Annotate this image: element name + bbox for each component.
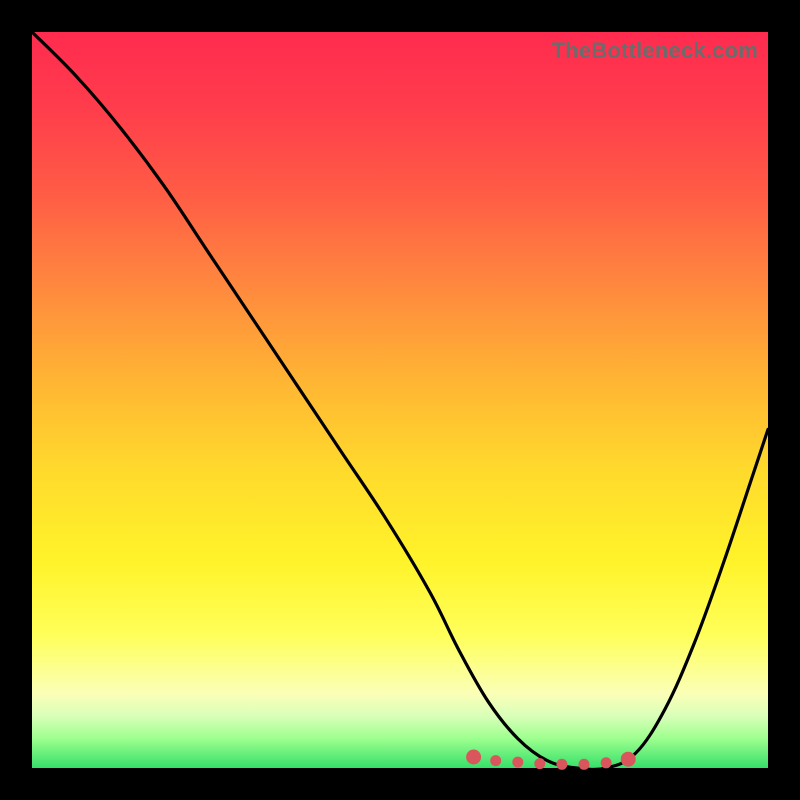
valley-marker: [556, 759, 567, 770]
bottleneck-curve-line: [32, 32, 768, 770]
valley-marker: [601, 757, 612, 768]
valley-marker: [490, 755, 501, 766]
valley-marker: [512, 757, 523, 768]
valley-marker: [534, 758, 545, 769]
chart-svg: [32, 32, 768, 768]
valley-marker: [621, 752, 636, 767]
chart-frame: TheBottleneck.com: [0, 0, 800, 800]
chart-plot-area: TheBottleneck.com: [32, 32, 768, 768]
valley-marker: [466, 750, 481, 765]
valley-marker: [579, 759, 590, 770]
